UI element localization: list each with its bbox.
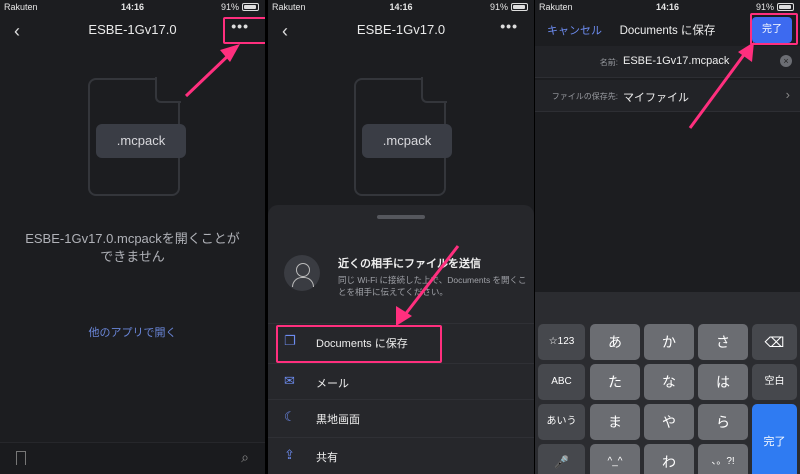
nearby-description: 同じ Wi-Fi に接続した上で、Documents を開くことを相手に伝えてく… bbox=[338, 275, 527, 297]
key-emoticon[interactable]: ^_^ bbox=[590, 444, 640, 474]
key-ya[interactable]: や bbox=[644, 404, 694, 440]
bottom-toolbar: ⌕ bbox=[0, 442, 265, 474]
status-right: 91% bbox=[490, 2, 528, 12]
key-kana[interactable]: あいう bbox=[538, 404, 585, 440]
file-extension-chip: .mcpack bbox=[362, 124, 452, 158]
battery-percent: 91% bbox=[220, 2, 239, 12]
status-bar: Rakuten 14:16 91% bbox=[0, 0, 265, 14]
more-highlight bbox=[223, 17, 265, 44]
status-right: 91% bbox=[756, 2, 794, 12]
action-label: 黒地画面 bbox=[316, 414, 360, 426]
key-wa[interactable]: わ bbox=[644, 444, 694, 474]
key-symbols[interactable]: ☆123 bbox=[538, 324, 585, 360]
action-share[interactable]: ⇪ 共有 bbox=[268, 437, 534, 473]
delete-key[interactable]: ⌫ bbox=[752, 324, 797, 360]
page-title: Documents に保存 bbox=[619, 25, 716, 37]
action-label: 共有 bbox=[316, 452, 338, 464]
action-label: メール bbox=[316, 378, 349, 390]
key-punctuation[interactable]: 、。?! bbox=[698, 444, 748, 474]
key-a[interactable]: あ bbox=[590, 324, 640, 360]
share-icon: ⇪ bbox=[284, 447, 295, 462]
battery-percent: 91% bbox=[489, 2, 508, 12]
bookmark-icon[interactable] bbox=[16, 451, 26, 465]
nearby-title: 近くの相手にファイルを送信 bbox=[338, 258, 481, 270]
avatar-icon bbox=[284, 255, 320, 291]
keyboard: ☆123 あ か さ ⌫ ABC た な は 空白 あいう ま や ら 完了 🎤… bbox=[535, 292, 800, 474]
share-sheet-panel: Rakuten 14:16 91% ‹ ESBE-1Gv17.0 ••• .mc… bbox=[268, 0, 534, 474]
cancel-button[interactable]: キャンセル bbox=[547, 22, 602, 38]
key-abc[interactable]: ABC bbox=[538, 364, 585, 400]
key-ka[interactable]: か bbox=[644, 324, 694, 360]
cannot-open-message: ESBE-1Gv17.0.mcpackを開くことができません bbox=[25, 231, 240, 264]
battery-percent: 91% bbox=[755, 2, 774, 12]
name-row[interactable]: 名前: ESBE-1Gv17.mcpack × bbox=[535, 46, 800, 78]
action-dark-screen[interactable]: ☾ 黒地画面 bbox=[268, 399, 534, 435]
status-bar: Rakuten 14:16 91% bbox=[268, 0, 534, 14]
sheet-grabber[interactable] bbox=[377, 215, 425, 219]
destination-label: ファイルの保存先: bbox=[551, 92, 618, 101]
key-ra[interactable]: ら bbox=[698, 404, 748, 440]
key-ta[interactable]: た bbox=[590, 364, 640, 400]
more-icon[interactable]: ••• bbox=[500, 18, 518, 34]
search-icon[interactable]: ⌕ bbox=[241, 449, 249, 466]
file-extension-chip: .mcpack bbox=[96, 124, 186, 158]
status-bar: Rakuten 14:16 91% bbox=[535, 0, 800, 14]
battery-icon bbox=[242, 3, 259, 11]
key-ma[interactable]: ま bbox=[590, 404, 640, 440]
space-key[interactable]: 空白 bbox=[752, 364, 797, 400]
save-dialog-panel: Rakuten 14:16 91% キャンセル Documents に保存 完了… bbox=[535, 0, 800, 474]
mic-key[interactable]: 🎤 bbox=[538, 444, 585, 474]
save-documents-highlight bbox=[276, 325, 442, 363]
destination-row[interactable]: ファイルの保存先: マイファイル › bbox=[535, 80, 800, 112]
clear-icon[interactable]: × bbox=[780, 55, 792, 67]
name-field[interactable]: ESBE-1Gv17.mcpack bbox=[623, 55, 729, 67]
key-na[interactable]: な bbox=[644, 364, 694, 400]
nav-bar: ‹ ESBE-1Gv17.0 ••• bbox=[268, 14, 534, 46]
mail-icon: ✉ bbox=[284, 373, 295, 388]
action-mail[interactable]: ✉ メール bbox=[268, 363, 534, 399]
return-key[interactable]: 完了 bbox=[752, 404, 797, 474]
status-right: 91% bbox=[221, 2, 259, 12]
key-ha[interactable]: は bbox=[698, 364, 748, 400]
done-highlight bbox=[750, 13, 798, 45]
chevron-right-icon: › bbox=[785, 87, 790, 102]
battery-icon bbox=[511, 3, 528, 11]
key-sa[interactable]: さ bbox=[698, 324, 748, 360]
name-label: 名前: bbox=[599, 58, 618, 67]
page-title: ESBE-1Gv17.0 bbox=[356, 22, 446, 37]
destination-value: マイファイル bbox=[623, 92, 689, 104]
file-viewer-panel: Rakuten 14:16 91% ‹ ESBE-1Gv17.0 ••• .mc… bbox=[0, 0, 265, 474]
moon-icon: ☾ bbox=[284, 409, 296, 424]
battery-icon bbox=[777, 3, 794, 11]
document-icon: .mcpack bbox=[354, 77, 452, 196]
document-icon: .mcpack bbox=[88, 77, 186, 196]
open-other-app-link[interactable]: 他のアプリで開く bbox=[0, 324, 265, 340]
